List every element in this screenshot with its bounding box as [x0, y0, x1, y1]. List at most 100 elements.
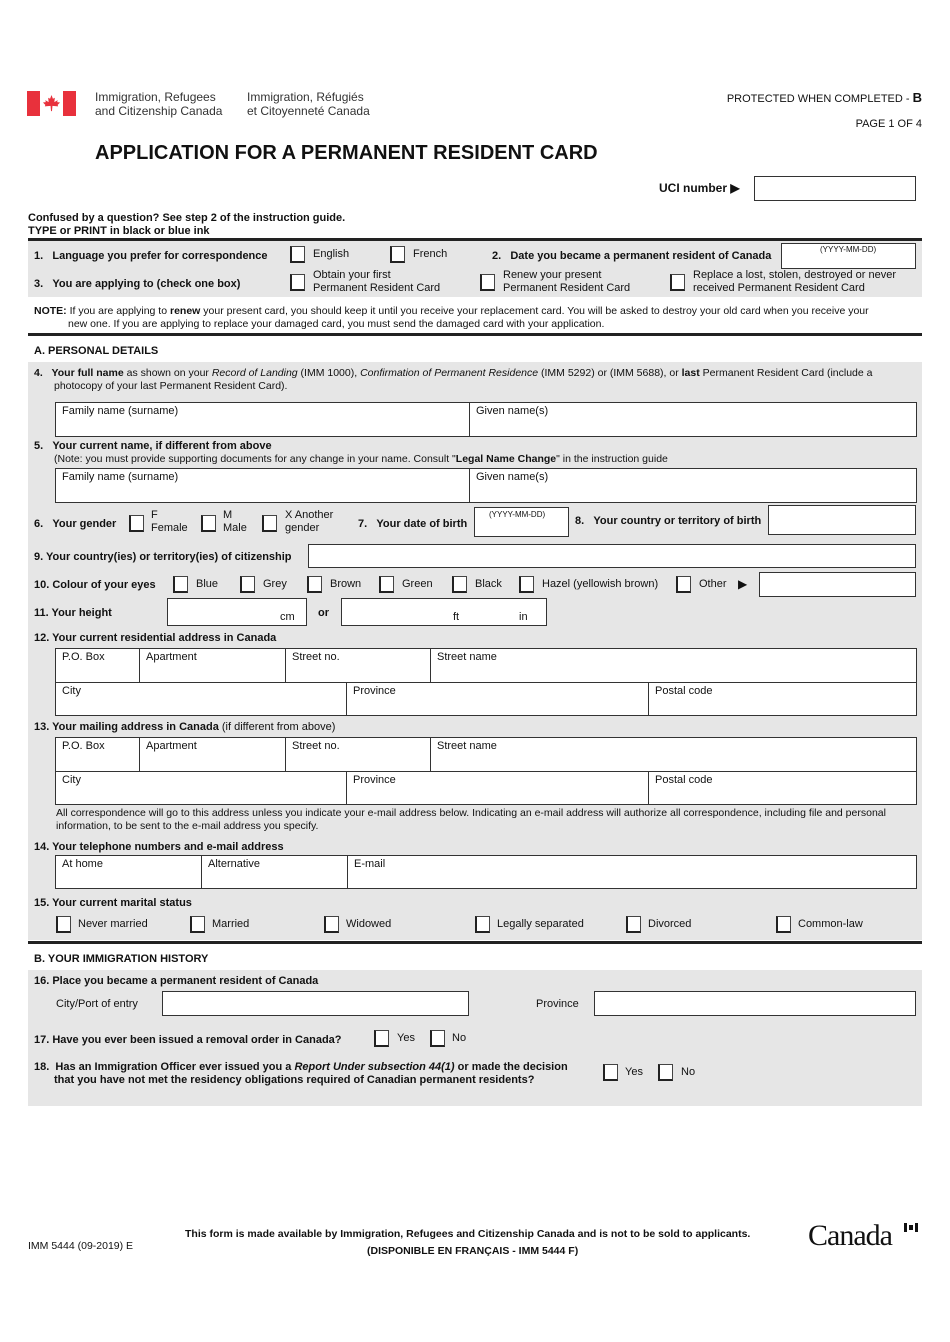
- english-checkbox[interactable]: [290, 246, 305, 263]
- date-format-hint: (YYYY-MM-DD): [820, 245, 877, 254]
- department-en-line2: and Citizenship Canada: [95, 104, 223, 118]
- eye-other-input[interactable]: [759, 572, 916, 597]
- instructions-line-1: Confused by a question? See step 2 of th…: [28, 212, 346, 224]
- gender-female-checkbox[interactable]: [129, 515, 144, 532]
- q17-label: 17. Have you ever been issued a removal …: [34, 1034, 342, 1046]
- mail-po-box-field[interactable]: P.O. Box: [55, 737, 140, 772]
- department-en-line1: Immigration, Refugees: [95, 90, 216, 104]
- marital-common-law-checkbox[interactable]: [776, 916, 791, 933]
- correspondence-note: All correspondence will go to this addre…: [56, 807, 886, 832]
- department-fr-line1: Immigration, Réfugiés: [247, 90, 364, 104]
- marital-divorced-label: Divorced: [648, 918, 692, 930]
- q5-family-name-field[interactable]: Family name (surname): [55, 468, 470, 503]
- eye-green-checkbox[interactable]: [379, 576, 394, 593]
- wordmark-flag-icon: [904, 1223, 918, 1232]
- q5-label: 5. Your current name, if different from …: [34, 440, 272, 452]
- city-port-input[interactable]: [162, 991, 469, 1016]
- q2-label: 2. Date you became a permanent resident …: [492, 250, 772, 262]
- q17-yes-checkbox[interactable]: [374, 1030, 389, 1047]
- instructions-line-2: TYPE or PRINT in black or blue ink: [28, 225, 210, 237]
- obtain-first-checkbox[interactable]: [290, 274, 305, 291]
- footer-french-availability: (DISPONIBLE EN FRANÇAIS - IMM 5444 F): [367, 1245, 579, 1257]
- eye-other-checkbox[interactable]: [676, 576, 691, 593]
- gender-male-checkbox[interactable]: [201, 515, 216, 532]
- marital-married-label: Married: [212, 918, 250, 930]
- mail-postal-code-field[interactable]: Postal code: [648, 771, 917, 805]
- mail-city-field[interactable]: City: [55, 771, 347, 805]
- q8-label: 8. Your country or territory of birth: [575, 515, 762, 527]
- department-name-fr: Immigration, Réfugiés et Citoyenneté Can…: [247, 90, 370, 118]
- french-checkbox[interactable]: [390, 246, 405, 263]
- date-of-birth-input[interactable]: (YYYY-MM-DD): [474, 507, 569, 537]
- eye-black-checkbox[interactable]: [452, 576, 467, 593]
- q18-no-checkbox[interactable]: [658, 1064, 673, 1081]
- res-po-box-field[interactable]: P.O. Box: [55, 648, 140, 683]
- q5-note: (Note: you must provide supporting docum…: [54, 453, 668, 465]
- ft-unit: ft: [453, 611, 460, 623]
- email-field[interactable]: E-mail: [347, 855, 917, 889]
- marital-married-checkbox[interactable]: [190, 916, 205, 933]
- q13-label: 13. Your mailing address in Canada (if d…: [34, 721, 336, 733]
- q14-label: 14. Your telephone numbers and e-mail ad…: [34, 841, 284, 853]
- province-input[interactable]: [594, 991, 916, 1016]
- res-province-field[interactable]: Province: [346, 682, 649, 716]
- protected-text: PROTECTED WHEN COMPLETED -: [726, 93, 913, 105]
- eye-blue-checkbox[interactable]: [173, 576, 188, 593]
- q4-family-name-field[interactable]: Family name (surname): [55, 402, 470, 437]
- uci-number-input[interactable]: [754, 176, 916, 201]
- res-street-no-field[interactable]: Street no.: [285, 648, 431, 683]
- height-cm-input[interactable]: cm: [167, 598, 307, 626]
- q5-given-names-field[interactable]: Given name(s): [469, 468, 917, 503]
- eye-green-label: Green: [402, 578, 433, 590]
- marital-divorced-checkbox[interactable]: [626, 916, 641, 933]
- eye-grey-checkbox[interactable]: [240, 576, 255, 593]
- q17-no-checkbox[interactable]: [430, 1030, 445, 1047]
- mail-province-field[interactable]: Province: [346, 771, 649, 805]
- eye-black-label: Black: [475, 578, 502, 590]
- in-unit: in: [519, 611, 528, 623]
- replace-checkbox[interactable]: [670, 274, 685, 291]
- res-street-name-field[interactable]: Street name: [430, 648, 917, 683]
- mail-street-name-field[interactable]: Street name: [430, 737, 917, 772]
- footer-notice: This form is made available by Immigrati…: [185, 1228, 751, 1240]
- marital-separated-checkbox[interactable]: [475, 916, 490, 933]
- q4-label: 4. Your full name as shown on your Recor…: [34, 367, 873, 392]
- q6-label: 6. Your gender: [34, 518, 117, 530]
- mail-apartment-field[interactable]: Apartment: [139, 737, 286, 772]
- phone-home-field[interactable]: At home: [55, 855, 202, 889]
- eye-brown-checkbox[interactable]: [307, 576, 322, 593]
- eye-brown-label: Brown: [330, 578, 362, 590]
- res-city-field[interactable]: City: [55, 682, 347, 716]
- height-ft-in-input[interactable]: ft in: [341, 598, 547, 626]
- q15-label: 15. Your current marital status: [34, 897, 192, 909]
- res-apartment-field[interactable]: Apartment: [139, 648, 286, 683]
- eye-grey-label: Grey: [263, 578, 287, 590]
- citizenship-input[interactable]: [308, 544, 916, 568]
- canada-flag-icon: [27, 91, 76, 116]
- marital-widowed-checkbox[interactable]: [324, 916, 339, 933]
- phone-alternative-field[interactable]: Alternative: [201, 855, 348, 889]
- q18-label: 18. Has an Immigration Officer ever issu…: [34, 1061, 568, 1086]
- q1-label: 1. Language you prefer for correspondenc…: [34, 250, 268, 262]
- country-of-birth-input[interactable]: [768, 505, 916, 535]
- mail-street-no-field[interactable]: Street no.: [285, 737, 431, 772]
- q10-label: 10. Colour of your eyes: [34, 579, 156, 591]
- res-postal-code-field[interactable]: Postal code: [648, 682, 917, 716]
- section-b-title: B. YOUR IMMIGRATION HISTORY: [34, 953, 209, 965]
- arrow-right-icon: ▶: [730, 181, 740, 195]
- q3-label: 3. You are applying to (check one box): [34, 278, 241, 290]
- section-a-title: A. PERSONAL DETAILS: [34, 345, 159, 357]
- q4-given-names-field[interactable]: Given name(s): [469, 402, 917, 437]
- renew-checkbox[interactable]: [480, 274, 495, 291]
- marital-never-married-checkbox[interactable]: [56, 916, 71, 933]
- page-number: PAGE 1 OF 4: [855, 118, 922, 130]
- city-port-label: City/Port of entry: [56, 998, 138, 1010]
- gender-male-label: M Male: [223, 509, 247, 534]
- eye-hazel-checkbox[interactable]: [519, 576, 534, 593]
- q17-no-label: No: [452, 1032, 467, 1044]
- q18-yes-checkbox[interactable]: [603, 1064, 618, 1081]
- province-label: Province: [536, 998, 579, 1010]
- marital-common-law-label: Common-law: [798, 918, 863, 930]
- pr-date-input[interactable]: (YYYY-MM-DD): [781, 243, 916, 269]
- gender-another-checkbox[interactable]: [262, 515, 277, 532]
